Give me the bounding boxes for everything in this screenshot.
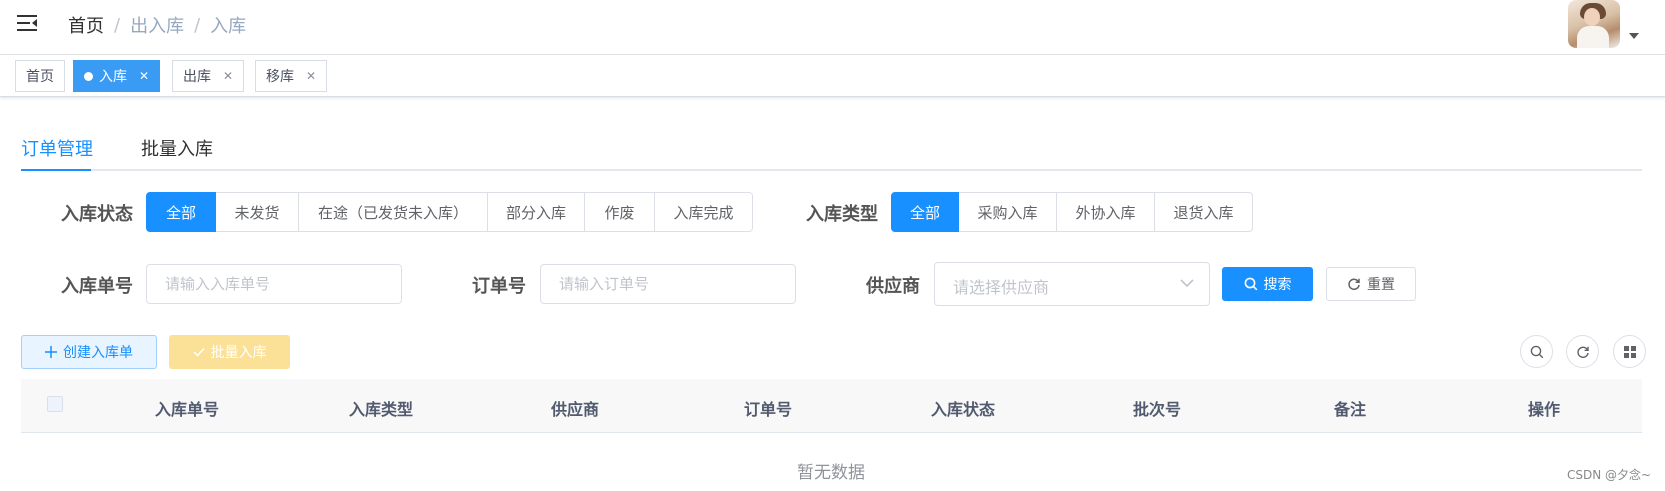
columns-button[interactable] <box>1613 335 1646 368</box>
supplier-label: 供应商 <box>866 276 920 297</box>
navbar: 首页 / 出入库 / 入库 <box>0 0 1665 55</box>
search-button[interactable]: 搜索 <box>1222 267 1313 301</box>
avatar-figure-face <box>1584 8 1600 26</box>
column-header-remark: 备注 <box>1333 400 1367 419</box>
status-radio-group: 全部 未发货 在途（已发货未入库） 部分入库 作废 入库完成 <box>146 192 753 232</box>
receipt-no-input[interactable] <box>146 264 402 304</box>
column-header-order-no: 订单号 <box>743 400 793 419</box>
tag-outbound[interactable]: 出库 ✕ <box>172 60 245 92</box>
tag-inbound[interactable]: 入库 ✕ <box>73 60 161 92</box>
tag-label: 移库 <box>266 69 294 85</box>
tag-label: 入库 <box>99 69 127 85</box>
order-no-label: 订单号 <box>472 276 526 297</box>
hamburger-menu-icon[interactable] <box>16 13 38 33</box>
breadcrumb-separator: / <box>114 14 121 36</box>
tags-view: 首页 入库 ✕ 出库 ✕ 移库 ✕ <box>0 55 1665 97</box>
status-option-all[interactable]: 全部 <box>146 192 216 232</box>
column-header-batch-no: 批次号 <box>1132 400 1182 419</box>
refresh-button[interactable] <box>1566 335 1599 368</box>
reset-button-label: 重置 <box>1367 277 1395 293</box>
type-option-outsourcing[interactable]: 外协入库 <box>1057 192 1155 232</box>
status-option-void[interactable]: 作废 <box>585 192 655 232</box>
close-icon[interactable]: ✕ <box>223 69 233 83</box>
tag-transfer[interactable]: 移库 ✕ <box>255 60 328 92</box>
type-radio-group: 全部 采购入库 外协入库 退货入库 <box>891 192 1253 232</box>
plus-icon <box>45 346 57 358</box>
refresh-icon <box>1347 277 1361 291</box>
supplier-select[interactable]: 请选择供应商 <box>934 262 1210 306</box>
status-option-not-shipped[interactable]: 未发货 <box>216 192 299 232</box>
tab-order-management[interactable]: 订单管理 <box>21 135 93 161</box>
watermark: CSDN @夕念~ <box>1567 468 1652 482</box>
tab-batch-inbound[interactable]: 批量入库 <box>141 135 213 161</box>
batch-inbound-label: 批量入库 <box>210 345 267 361</box>
order-no-input[interactable] <box>540 264 796 304</box>
tag-label: 出库 <box>183 69 211 85</box>
status-option-completed[interactable]: 入库完成 <box>655 192 753 232</box>
tag-label: 首页 <box>26 69 54 85</box>
search-button-label: 搜索 <box>1263 277 1292 293</box>
tab-active-indicator <box>21 169 91 171</box>
type-option-all[interactable]: 全部 <box>891 192 959 232</box>
avatar[interactable] <box>1568 0 1620 48</box>
status-option-in-transit[interactable]: 在途（已发货未入库） <box>299 192 488 232</box>
create-inbound-label: 创建入库单 <box>63 345 133 361</box>
table-header: 入库单号 入库类型 供应商 订单号 入库状态 批次号 备注 操作 <box>21 379 1642 433</box>
avatar-figure-body <box>1577 26 1609 48</box>
breadcrumb-current: 入库 <box>210 16 247 37</box>
breadcrumb-parent: 出入库 <box>130 16 185 37</box>
search-icon <box>1530 345 1543 358</box>
column-header-supplier: 供应商 <box>550 400 600 419</box>
active-dot-icon <box>84 71 93 81</box>
reset-button[interactable]: 重置 <box>1326 267 1416 301</box>
supplier-select-placeholder: 请选择供应商 <box>953 278 1050 297</box>
caret-down-icon[interactable] <box>1629 33 1639 39</box>
table-empty-text: 暂无数据 <box>797 463 865 483</box>
search-icon <box>1244 277 1258 291</box>
close-icon[interactable]: ✕ <box>306 69 316 83</box>
toggle-search-button[interactable] <box>1520 335 1553 368</box>
check-icon <box>192 346 205 358</box>
create-inbound-button[interactable]: 创建入库单 <box>21 335 157 369</box>
breadcrumb: 首页 / 出入库 / 入库 <box>68 12 246 38</box>
column-header-inbound-status: 入库状态 <box>930 400 996 419</box>
status-filter-label: 入库状态 <box>61 204 133 225</box>
select-all-checkbox[interactable] <box>47 396 63 412</box>
type-option-purchase[interactable]: 采购入库 <box>959 192 1057 232</box>
breadcrumb-separator: / <box>194 14 201 36</box>
type-filter-label: 入库类型 <box>806 204 878 225</box>
chevron-down-icon <box>1180 279 1194 288</box>
batch-inbound-button[interactable]: 批量入库 <box>169 335 290 369</box>
column-header-actions: 操作 <box>1527 400 1561 419</box>
grid-icon <box>1623 345 1636 358</box>
column-header-inbound-type: 入库类型 <box>348 400 414 419</box>
tag-home[interactable]: 首页 <box>15 60 65 92</box>
refresh-icon <box>1576 346 1589 358</box>
content-tabs: 订单管理 批量入库 <box>21 123 1642 171</box>
receipt-no-label: 入库单号 <box>61 276 133 297</box>
type-option-return[interactable]: 退货入库 <box>1155 192 1253 232</box>
status-option-partial[interactable]: 部分入库 <box>488 192 585 232</box>
close-icon[interactable]: ✕ <box>139 69 149 83</box>
breadcrumb-home[interactable]: 首页 <box>68 12 104 38</box>
column-header-receipt-no: 入库单号 <box>154 400 220 419</box>
